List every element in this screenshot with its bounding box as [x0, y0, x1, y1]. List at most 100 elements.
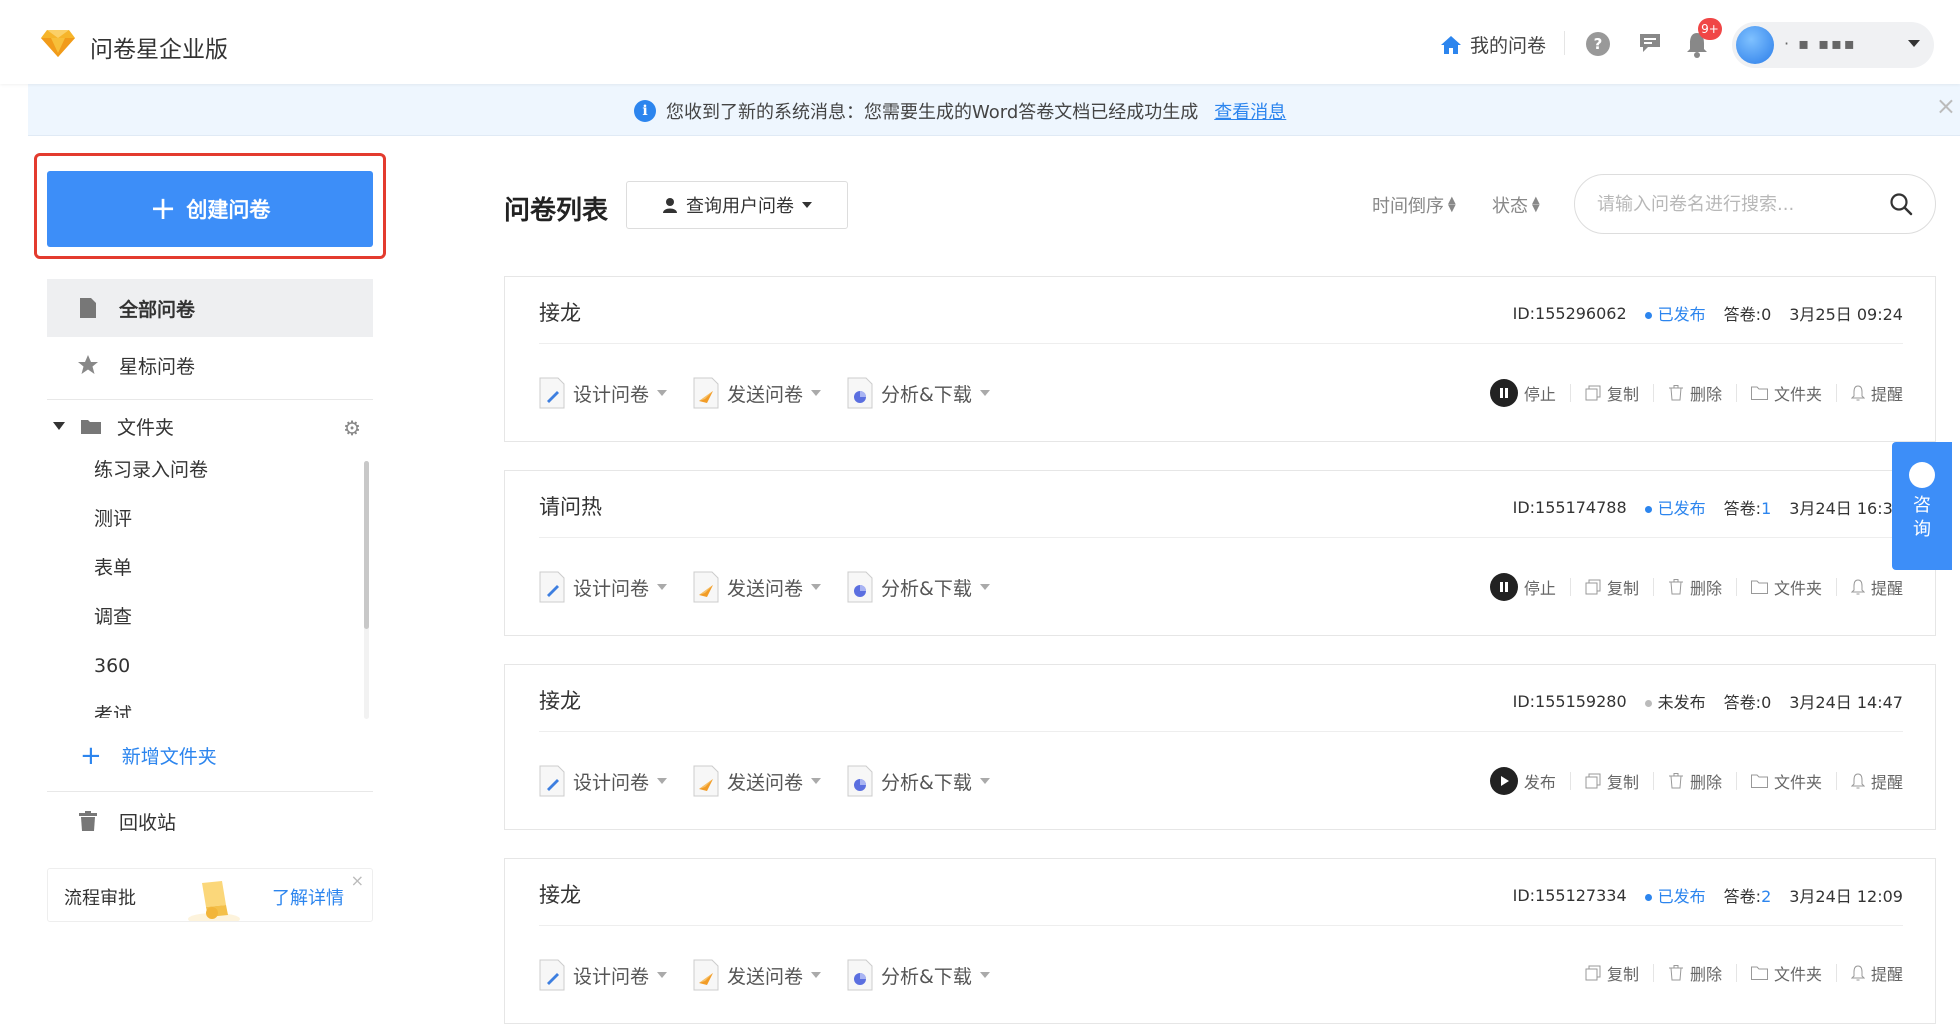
view-message-link[interactable]: 查看消息 [1214, 98, 1286, 124]
answer-count[interactable]: 答卷:1 [1724, 495, 1772, 519]
sidebar-item-recycle-bin[interactable]: 回收站 [47, 792, 373, 850]
folder-item[interactable]: 测评 [94, 507, 334, 556]
caret-down-icon [979, 584, 990, 590]
my-surveys-link[interactable]: 我的问卷 [1440, 31, 1546, 58]
copy-button[interactable]: 复制 [1585, 381, 1639, 405]
answer-count[interactable]: 答卷:0 [1724, 689, 1772, 713]
help-icon[interactable]: ? [1586, 32, 1610, 56]
move-to-folder-button[interactable]: 文件夹 [1750, 381, 1822, 405]
stop-button[interactable]: 停止 [1489, 379, 1556, 407]
send-survey-dropdown[interactable]: 发送问卷 [693, 765, 822, 797]
folder-icon [1750, 774, 1768, 788]
delete-button[interactable]: 删除 [1668, 961, 1722, 985]
delete-button[interactable]: 删除 [1668, 575, 1722, 599]
search-input[interactable] [1597, 191, 1867, 217]
toggle-label: 停止 [1523, 385, 1556, 404]
close-icon[interactable]: × [1936, 92, 1956, 120]
remind-button[interactable]: 提醒 [1850, 961, 1903, 985]
analyze-download-dropdown[interactable]: 分析&下载 [847, 571, 990, 603]
delete-label: 删除 [1689, 385, 1722, 404]
folder-item[interactable]: 练习录入问卷 [94, 458, 334, 507]
survey-title[interactable]: 接龙 [539, 297, 581, 327]
diamond-logo-icon[interactable] [40, 28, 76, 58]
publish-button[interactable]: 发布 [1489, 767, 1556, 795]
folder-item[interactable]: 表单 [94, 556, 334, 605]
folder-section-header[interactable]: 文件夹 ⚙ [47, 398, 373, 454]
search-icon[interactable] [1889, 192, 1913, 216]
answer-count[interactable]: 答卷:2 [1724, 883, 1772, 907]
sort-by-time[interactable]: 时间倒序 ▲ ▼ [1372, 192, 1456, 218]
answer-count-label: 答卷: [1723, 693, 1762, 712]
survey-operations: 停止 复制 删除 文件夹 提醒 [1489, 379, 1903, 407]
folder-item[interactable]: 考试 [94, 703, 334, 718]
message-icon[interactable] [1638, 32, 1662, 54]
move-to-folder-button[interactable]: 文件夹 [1750, 575, 1822, 599]
add-folder-button[interactable]: + 新增文件夹 [80, 742, 217, 769]
gear-icon[interactable]: ⚙ [343, 416, 361, 440]
brand-name[interactable]: 问卷星企业版 [90, 30, 228, 64]
remind-label: 提醒 [1870, 385, 1903, 404]
remind-button[interactable]: 提醒 [1850, 381, 1903, 405]
analyze-download-dropdown[interactable]: 分析&下载 [847, 959, 990, 991]
survey-actions: 设计问卷 发送问卷 分析&下载 [539, 959, 990, 991]
send-survey-dropdown[interactable]: 发送问卷 [693, 571, 822, 603]
user-menu[interactable]: · ▪ ▪▪▪ [1732, 22, 1934, 68]
query-user-surveys-dropdown[interactable]: 查询用户问卷 [626, 181, 848, 229]
analyze-label: 分析&下载 [881, 383, 972, 406]
survey-id: ID:155127334 [1512, 885, 1627, 905]
design-survey-dropdown[interactable]: 设计问卷 [539, 571, 668, 603]
folder-item[interactable]: 调查 [94, 605, 334, 654]
copy-button[interactable]: 复制 [1585, 575, 1639, 599]
info-icon: i [634, 100, 656, 122]
query-user-surveys-label: 查询用户问卷 [686, 196, 794, 217]
analyze-label: 分析&下载 [881, 771, 972, 794]
copy-button[interactable]: 复制 [1585, 961, 1639, 985]
folder-scrollbar[interactable] [364, 461, 369, 629]
copy-button[interactable]: 复制 [1585, 769, 1639, 793]
answer-count-value: 0 [1761, 693, 1772, 712]
delete-label: 删除 [1689, 579, 1722, 598]
remind-button[interactable]: 提醒 [1850, 575, 1903, 599]
status-text: 已发布 [1657, 499, 1706, 518]
status-text: 已发布 [1657, 305, 1706, 324]
answer-count[interactable]: 答卷:0 [1724, 301, 1772, 325]
survey-title[interactable]: 接龙 [539, 685, 581, 715]
design-survey-dropdown[interactable]: 设计问卷 [539, 765, 668, 797]
sidebar-item-starred[interactable]: 星标问卷 [47, 336, 373, 394]
sidebar-item-label: 全部问卷 [119, 298, 196, 321]
status-text: 已发布 [1657, 887, 1706, 906]
remind-button[interactable]: 提醒 [1850, 769, 1903, 793]
sidebar: + 创建问卷 全部问卷 星标问卷 文件夹 ⚙ 练习录入问卷 测评 表单 调查 3… [28, 136, 398, 950]
copy-label: 复制 [1606, 579, 1639, 598]
caret-down-icon[interactable] [53, 422, 65, 430]
survey-id: ID:155159280 [1512, 691, 1627, 711]
consult-float-button[interactable]: 咨 询 [1892, 442, 1952, 570]
analyze-download-dropdown[interactable]: 分析&下载 [847, 765, 990, 797]
sidebar-item-all-surveys[interactable]: 全部问卷 [47, 279, 373, 337]
survey-title[interactable]: 请问热 [539, 491, 602, 521]
move-to-folder-button[interactable]: 文件夹 [1750, 769, 1822, 793]
analyze-download-dropdown[interactable]: 分析&下载 [847, 377, 990, 409]
design-survey-dropdown[interactable]: 设计问卷 [539, 377, 668, 409]
survey-id: ID:155296062 [1512, 303, 1627, 323]
send-survey-dropdown[interactable]: 发送问卷 [693, 959, 822, 991]
sort-by-status[interactable]: 状态 ▲ ▼ [1492, 192, 1540, 218]
survey-title[interactable]: 接龙 [539, 879, 581, 909]
delete-button[interactable]: 删除 [1668, 769, 1722, 793]
move-to-folder-button[interactable]: 文件夹 [1750, 961, 1822, 985]
send-survey-dropdown[interactable]: 发送问卷 [693, 377, 822, 409]
folder-icon [1750, 386, 1768, 400]
customer-service-icon [1909, 462, 1935, 488]
stop-button[interactable]: 停止 [1489, 573, 1556, 601]
create-survey-button[interactable]: + 创建问卷 [47, 171, 373, 247]
learn-more-link[interactable]: 了解详情 [272, 884, 344, 910]
design-survey-dropdown[interactable]: 设计问卷 [539, 959, 668, 991]
close-icon[interactable]: × [351, 871, 364, 890]
survey-actions: 设计问卷 发送问卷 分析&下载 [539, 765, 990, 797]
bell-icon [1850, 965, 1865, 981]
delete-button[interactable]: 删除 [1668, 381, 1722, 405]
survey-actions: 设计问卷 发送问卷 分析&下载 [539, 377, 990, 409]
send-doc-icon [693, 959, 719, 991]
folder-item[interactable]: 360 [94, 654, 334, 703]
my-surveys-label: 我的问卷 [1470, 35, 1547, 57]
